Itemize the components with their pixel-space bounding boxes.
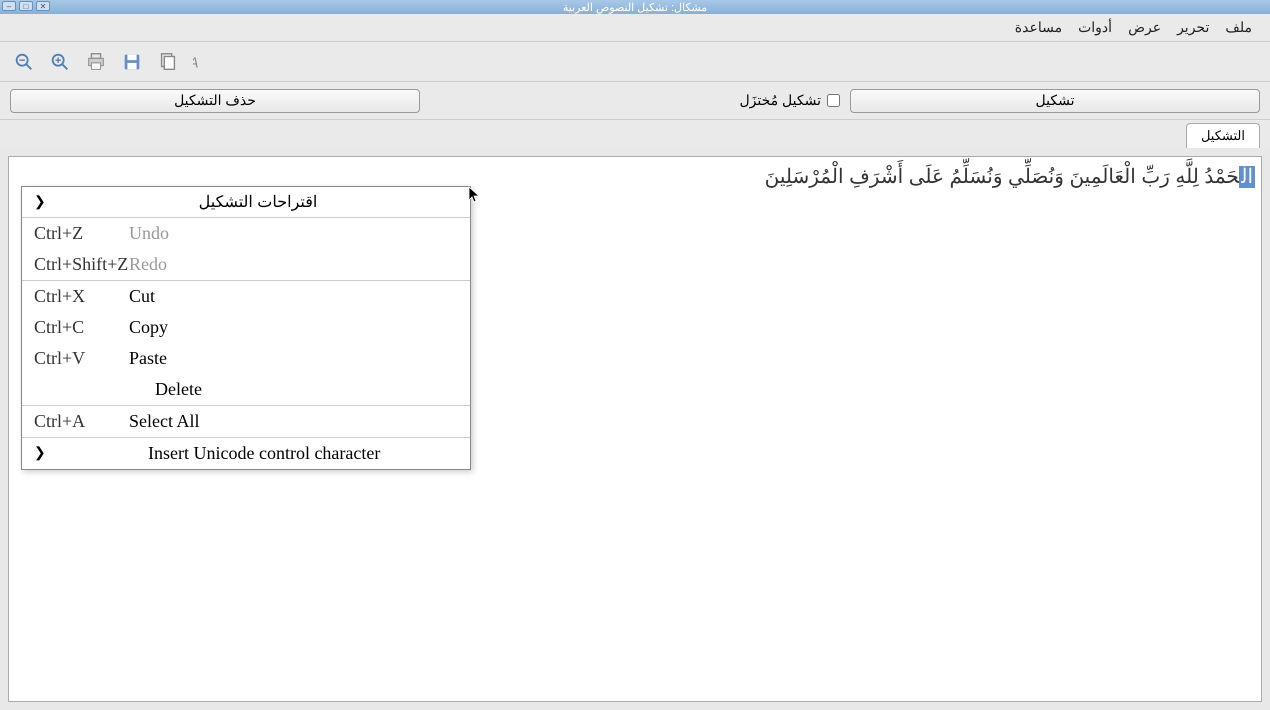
ctx-redo-shortcut: Ctrl+Shift+Z bbox=[34, 254, 129, 275]
selected-text: الْ bbox=[1239, 166, 1255, 188]
print-icon[interactable] bbox=[82, 48, 110, 76]
reduced-tashkeel-input[interactable] bbox=[827, 94, 840, 107]
context-menu: ❯ اقتراحات التشكيل Ctrl+ZUndo Ctrl+Shift… bbox=[21, 186, 471, 470]
ctx-cut-label: Cut bbox=[129, 286, 155, 307]
copy-icon[interactable] bbox=[154, 48, 182, 76]
ctx-undo-label: Undo bbox=[129, 223, 169, 244]
ctx-select-all-shortcut: Ctrl+A bbox=[34, 411, 129, 432]
ctx-undo-shortcut: Ctrl+Z bbox=[34, 223, 129, 244]
ctx-delete-label: Delete bbox=[129, 379, 202, 400]
ctx-copy-label: Copy bbox=[129, 317, 168, 338]
ctx-tashkeel-suggestions-label: اقتراحات التشكيل bbox=[58, 192, 458, 212]
tashkeel-button[interactable]: تشكيل bbox=[850, 89, 1260, 113]
ctx-delete[interactable]: Delete bbox=[22, 374, 470, 405]
toolbar: A bbox=[0, 42, 1270, 82]
minimize-window-button[interactable]: – bbox=[2, 1, 16, 11]
menu-tools[interactable]: أدوات bbox=[1070, 15, 1120, 40]
svg-text:A: A bbox=[193, 55, 199, 71]
ctx-paste-label: Paste bbox=[129, 348, 167, 369]
chevron-left-icon: ❯ bbox=[34, 445, 50, 462]
tab-row: التشكيل bbox=[0, 120, 1270, 148]
menu-file[interactable]: ملف bbox=[1217, 15, 1260, 40]
button-row: تشكيل تشكيل مُختزَل حذف التشكيل bbox=[0, 82, 1270, 120]
titlebar: ✕ □ – مشكال: تشكيل النصوص العربية bbox=[0, 0, 1270, 14]
ctx-redo-label: Redo bbox=[129, 254, 167, 275]
ctx-paste-shortcut: Ctrl+V bbox=[34, 348, 129, 369]
ctx-cut-shortcut: Ctrl+X bbox=[34, 286, 129, 307]
ctx-cut[interactable]: Ctrl+XCut bbox=[22, 281, 470, 312]
ctx-redo[interactable]: Ctrl+Shift+ZRedo bbox=[22, 249, 470, 280]
reduced-tashkeel-label: تشكيل مُختزَل bbox=[740, 92, 822, 109]
ctx-undo[interactable]: Ctrl+ZUndo bbox=[22, 218, 470, 249]
reduced-tashkeel-checkbox[interactable]: تشكيل مُختزَل bbox=[740, 92, 841, 109]
close-window-button[interactable]: ✕ bbox=[36, 1, 50, 11]
font-icon[interactable]: A bbox=[190, 48, 218, 76]
ctx-paste[interactable]: Ctrl+VPaste bbox=[22, 343, 470, 374]
chevron-left-icon: ❯ bbox=[34, 194, 50, 211]
ctx-select-all-label: Select All bbox=[129, 411, 200, 432]
ctx-insert-unicode-label: Insert Unicode control character bbox=[58, 443, 380, 464]
mouse-cursor-icon bbox=[468, 186, 482, 204]
ctx-select-all[interactable]: Ctrl+ASelect All bbox=[22, 406, 470, 437]
ctx-copy-shortcut: Ctrl+C bbox=[34, 317, 129, 338]
ctx-copy[interactable]: Ctrl+CCopy bbox=[22, 312, 470, 343]
delete-tashkeel-button[interactable]: حذف التشكيل bbox=[10, 89, 420, 113]
zoom-out-icon[interactable] bbox=[10, 48, 38, 76]
window-controls: ✕ □ – bbox=[2, 1, 50, 11]
menu-help[interactable]: مساعدة bbox=[1007, 15, 1070, 40]
tab-tashkeel[interactable]: التشكيل bbox=[1186, 123, 1260, 148]
menu-view[interactable]: عرض bbox=[1120, 15, 1169, 40]
save-icon[interactable] bbox=[118, 48, 146, 76]
ctx-tashkeel-suggestions[interactable]: ❯ اقتراحات التشكيل bbox=[22, 187, 470, 217]
maximize-window-button[interactable]: □ bbox=[19, 1, 33, 11]
menubar: ملف تحرير عرض أدوات مساعدة bbox=[0, 14, 1270, 42]
menu-edit[interactable]: تحرير bbox=[1169, 15, 1217, 40]
zoom-in-icon[interactable] bbox=[46, 48, 74, 76]
ctx-insert-unicode[interactable]: ❯ Insert Unicode control character bbox=[22, 438, 470, 469]
rest-text: حَمْدُ لِلَّهِ رَبِّ الْعَالَمِينَ وَنُص… bbox=[765, 166, 1240, 188]
window-title: مشكال: تشكيل النصوص العربية bbox=[563, 1, 707, 14]
